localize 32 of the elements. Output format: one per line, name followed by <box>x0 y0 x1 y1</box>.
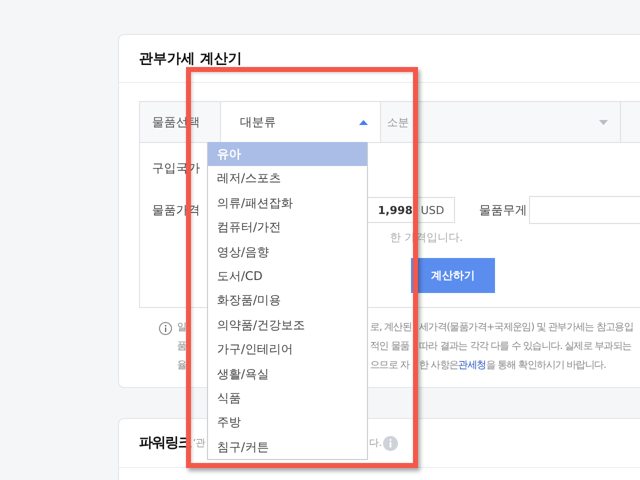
category-option[interactable]: 레저/스포츠 <box>208 166 367 191</box>
category-option[interactable]: 도서/CD <box>208 264 367 288</box>
category-option[interactable]: 영상/음향 <box>208 240 367 264</box>
category-option[interactable]: 컴퓨터/가전 <box>208 215 367 240</box>
category-option[interactable]: 식품 <box>208 386 367 410</box>
card-title: 관부가세 계산기 <box>119 35 640 83</box>
field-label: 물품무게 <box>479 202 528 218</box>
caret-up-icon <box>359 120 368 124</box>
category-option[interactable]: 의류/패션잡화 <box>208 190 367 216</box>
category-option[interactable]: 침구/커튼 <box>208 434 367 460</box>
category-option[interactable]: 생활/욕실 <box>208 362 367 386</box>
info-icon <box>159 322 172 335</box>
notice-text: 율 <box>177 360 186 371</box>
customs-link[interactable]: 관세청 <box>458 360 486 371</box>
notice-text: 으므로 자 <box>370 360 410 371</box>
weight-input[interactable] <box>528 196 640 224</box>
notice-text: 한 사항은관세청을 통해 확인하시기 바랍니다. <box>419 359 606 373</box>
notice-text: 품 <box>177 341 186 352</box>
powerlink-subtitle: ‘관 <box>193 437 206 450</box>
notice-text: 일 <box>177 322 186 333</box>
category-option[interactable]: 가구/인테리어 <box>208 337 367 362</box>
category-option[interactable]: 의약품/건강보조 <box>208 312 367 338</box>
powerlink-subtitle: 다. <box>369 437 382 450</box>
category-select[interactable]: 대분류 <box>221 102 381 142</box>
notice-text: 세가격(물품가격+국제운임) 및 관부가세는 참고용입 <box>419 321 634 335</box>
notice-text: 적인 물품 <box>370 341 410 352</box>
notice-text: 따라 결과는 각각 다를 수 있습니다. 실제로 부과되는 <box>419 340 632 354</box>
caret-down-icon <box>599 120 608 124</box>
notice-text: 로, 계산된 <box>370 322 412 333</box>
info-icon <box>383 436 398 450</box>
category-option[interactable]: 화장품/미용 <box>208 288 367 313</box>
category-option[interactable]: 주방 <box>208 410 367 435</box>
